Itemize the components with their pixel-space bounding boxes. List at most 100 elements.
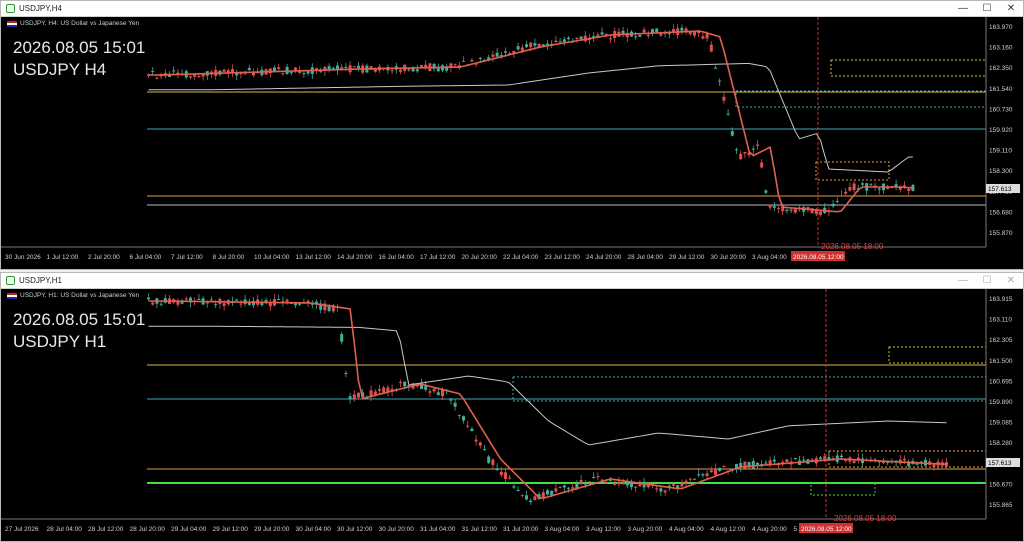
time-tick-label: 2 Jul 20:00 xyxy=(88,254,120,261)
time-tick-label: 29 Jul 20:00 xyxy=(254,526,290,533)
candle-body xyxy=(504,472,507,479)
candle-body xyxy=(315,68,318,70)
candle-body xyxy=(546,490,549,495)
price-chart-h4[interactable]: 163.970 163.160 162.350 161.540 160.730 159.9… xyxy=(1,17,1023,269)
time-tick-label: 28 Jul 20:00 xyxy=(130,526,166,533)
ema-line xyxy=(148,30,913,213)
zone-box xyxy=(735,90,987,108)
close-button[interactable]: ✕ xyxy=(999,273,1023,289)
candle-body xyxy=(760,162,764,168)
candle-body xyxy=(172,70,176,72)
minimize-button[interactable]: — xyxy=(951,273,975,289)
minimize-button[interactable]: — xyxy=(951,1,975,17)
candle-body xyxy=(533,43,537,46)
candle-body xyxy=(399,69,402,72)
candle-body xyxy=(756,144,759,146)
candlestick-plot[interactable]: 163.915 163.110 162.305 161.500 160.695 159.8… xyxy=(1,289,1023,541)
candle-body xyxy=(529,500,533,502)
candle-body xyxy=(718,467,722,471)
candle-body xyxy=(462,416,465,421)
close-button[interactable]: ✕ xyxy=(999,1,1023,17)
candle-body xyxy=(819,211,822,215)
candle-body xyxy=(470,428,474,432)
price-chart-h1[interactable]: 163.915 163.110 162.305 161.500 160.695 159.8… xyxy=(1,289,1023,541)
candle-body xyxy=(688,478,692,480)
time-tick-label: 28 Jul 04:00 xyxy=(628,254,664,261)
candle-body xyxy=(499,471,503,476)
candle-body xyxy=(861,183,864,185)
candle-body xyxy=(281,73,285,75)
candle-body xyxy=(567,37,570,40)
candle-body xyxy=(789,209,793,211)
candle-body xyxy=(852,460,856,463)
candle-body xyxy=(777,207,780,209)
candle-body xyxy=(693,31,696,36)
candle-body xyxy=(327,66,331,70)
time-tick-label: 16 Jul 04:00 xyxy=(379,254,415,261)
price-tick-label: 160.730 xyxy=(989,106,1013,113)
price-tick-label: 155.870 xyxy=(989,230,1013,237)
candle-body xyxy=(680,27,684,31)
time-tick-label: 30 Jul 04:00 xyxy=(296,526,332,533)
candle-body xyxy=(516,46,520,50)
candle-body xyxy=(571,487,575,489)
time-tick-label: 29 Jul 12:00 xyxy=(213,526,249,533)
window-title: USDJPY,H4 xyxy=(19,4,62,13)
candle-body xyxy=(197,76,201,78)
candle-body xyxy=(289,72,293,74)
maximize-button[interactable]: ☐ xyxy=(975,1,999,17)
candle-body xyxy=(835,200,839,202)
candle-body xyxy=(756,462,759,465)
candle-body xyxy=(907,188,911,191)
candle-body xyxy=(663,490,667,493)
candle-body xyxy=(726,113,730,115)
chart-app-icon xyxy=(6,4,15,13)
candle-body xyxy=(680,482,684,487)
time-tick-label: 27 Jul 2026 xyxy=(5,526,39,533)
candle-body xyxy=(651,29,654,33)
candle-body xyxy=(407,69,411,71)
maximize-button[interactable]: ☐ xyxy=(975,273,999,289)
time-tick-label: 24 Jul 20:00 xyxy=(586,254,622,261)
crosshair-time-label: 2026.08.05 12:00 xyxy=(801,526,852,533)
candle-body xyxy=(714,468,717,475)
candle-body xyxy=(277,67,281,70)
time-tick-label: 31 Jul 20:00 xyxy=(503,526,539,533)
window-titlebar[interactable]: USDJPY,H4 — ☐ ✕ xyxy=(1,1,1023,17)
candle-body xyxy=(852,183,856,191)
candle-body xyxy=(772,459,776,462)
candle-body xyxy=(436,68,440,72)
candle-body xyxy=(399,382,402,384)
candle-body xyxy=(432,388,436,392)
candle-body xyxy=(600,32,604,35)
candle-body xyxy=(424,64,428,68)
candle-body xyxy=(306,71,310,74)
candle-body xyxy=(609,38,612,40)
candle-body xyxy=(205,302,209,304)
candle-body xyxy=(693,478,696,480)
chart-window-h4[interactable]: USDJPY,H4 — ☐ ✕ 163.970 163.160 162.350 161… xyxy=(0,0,1024,270)
candle-body xyxy=(222,303,226,306)
candle-body xyxy=(428,391,432,393)
window-titlebar[interactable]: USDJPY,H1 — ☐ ✕ xyxy=(1,273,1023,289)
time-tick-label: 6 Jul 04:00 xyxy=(130,254,162,261)
candle-body xyxy=(319,71,323,73)
time-tick-label: 28 Jul 12:00 xyxy=(88,526,124,533)
chart-window-h1[interactable]: USDJPY,H1 — ☐ ✕ 163.915 163.110 162.305 161… xyxy=(0,272,1024,542)
candle-body xyxy=(709,44,713,52)
price-tick-label: 163.915 xyxy=(989,296,1013,303)
candle-body xyxy=(621,482,625,485)
crosshair-label: 2026.08.05 18:00 xyxy=(834,514,897,523)
candle-body xyxy=(151,302,155,305)
candle-body xyxy=(277,298,281,300)
candle-body xyxy=(735,149,738,151)
time-tick-label: 17 Jul 12:00 xyxy=(420,254,456,261)
candle-body xyxy=(768,204,772,208)
candle-body xyxy=(222,69,226,72)
time-tick-label: 31 Jul 04:00 xyxy=(420,526,456,533)
candle-body xyxy=(453,63,457,65)
time-tick-label: 3 Aug 20:00 xyxy=(628,526,663,533)
price-tick-label: 158.280 xyxy=(989,440,1013,447)
candlestick-plot[interactable]: 163.970 163.160 162.350 161.540 160.730 159.9… xyxy=(1,17,1023,269)
candle-body xyxy=(331,67,335,69)
